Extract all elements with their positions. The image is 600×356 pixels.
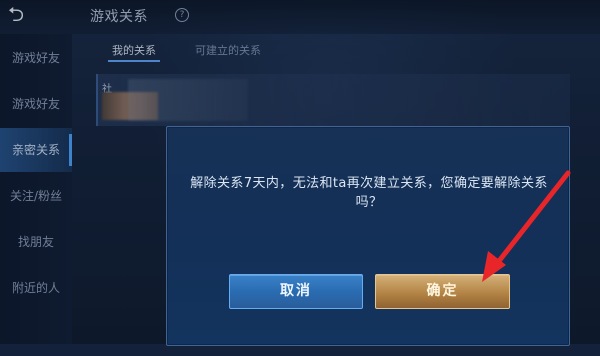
confirm-dialog: 解除关系7天内，无法和ta再次建立关系，您确定要解除关系吗？ 取消 确定 xyxy=(166,126,570,346)
dialog-message: 解除关系7天内，无法和ta再次建立关系，您确定要解除关系吗？ xyxy=(190,176,548,210)
cancel-button[interactable]: 取消 xyxy=(229,274,363,309)
confirm-button[interactable]: 确定 xyxy=(375,274,510,309)
